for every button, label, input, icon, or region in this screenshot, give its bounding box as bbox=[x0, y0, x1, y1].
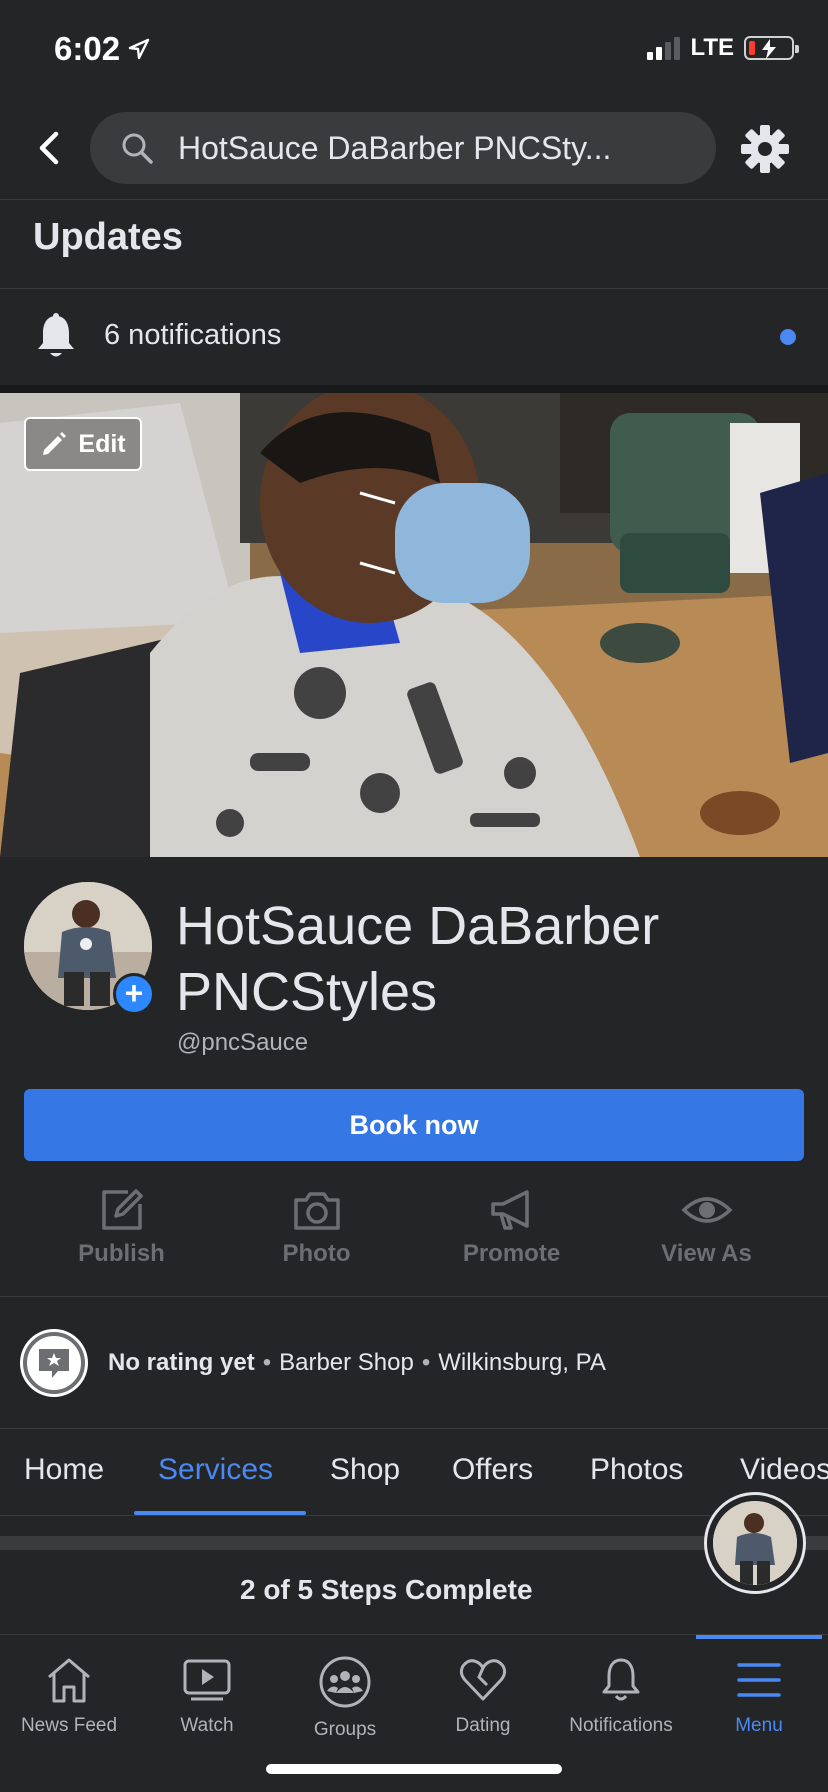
rating-text: No rating yet bbox=[108, 1349, 255, 1376]
location-text: Wilkinsburg, PA bbox=[438, 1349, 606, 1376]
active-tab-indicator bbox=[696, 1635, 822, 1639]
nav-label: Watch bbox=[180, 1715, 234, 1736]
unread-dot bbox=[780, 329, 796, 345]
nav-label: Notifications bbox=[569, 1715, 673, 1736]
bell-icon bbox=[602, 1658, 640, 1701]
notifications-row[interactable]: 6 notifications bbox=[0, 289, 828, 385]
compose-icon bbox=[101, 1189, 143, 1230]
active-tab-indicator bbox=[134, 1511, 306, 1515]
status-bar: 6:02 LTE bbox=[0, 0, 828, 100]
rating-icon bbox=[20, 1329, 88, 1397]
back-button[interactable] bbox=[30, 128, 70, 168]
tab-home[interactable]: Home bbox=[24, 1453, 104, 1487]
edit-label: Edit bbox=[78, 429, 126, 458]
cover-photo[interactable]: Edit bbox=[0, 393, 828, 857]
nav-watch[interactable]: Watch bbox=[138, 1655, 276, 1737]
notifications-count: 6 notifications bbox=[104, 319, 282, 351]
photo-button[interactable]: Photo bbox=[219, 1186, 414, 1286]
nav-notifications[interactable]: Notifications bbox=[552, 1655, 690, 1737]
battery-icon bbox=[744, 36, 799, 60]
search-header: HotSauce DaBarber PNCSty... bbox=[0, 100, 828, 200]
section-separator bbox=[0, 385, 828, 393]
tab-photos[interactable]: Photos bbox=[590, 1453, 683, 1487]
floating-profile-button[interactable] bbox=[704, 1492, 806, 1594]
nav-dating[interactable]: Dating bbox=[414, 1655, 552, 1737]
menu-icon bbox=[737, 1663, 781, 1697]
edit-cover-button[interactable]: Edit bbox=[24, 417, 142, 471]
page-name: HotSauce DaBarber PNCStyles bbox=[176, 896, 660, 1022]
location-arrow-icon bbox=[128, 38, 150, 60]
nav-news-feed[interactable]: News Feed bbox=[0, 1655, 138, 1737]
camera-icon bbox=[293, 1192, 340, 1230]
play-icon bbox=[183, 1659, 231, 1701]
gear-icon bbox=[741, 125, 789, 173]
nav-label: Dating bbox=[455, 1715, 511, 1736]
eye-icon bbox=[680, 1197, 733, 1223]
view-as-button[interactable]: View As bbox=[609, 1186, 804, 1286]
page-handle: @pncSauce bbox=[177, 1029, 309, 1056]
view-as-label: View As bbox=[661, 1240, 752, 1267]
chevron-left-icon bbox=[39, 131, 59, 165]
groups-icon bbox=[319, 1656, 371, 1708]
signal-icon bbox=[647, 36, 681, 60]
status-time: 6:02 bbox=[54, 30, 150, 68]
network-label: LTE bbox=[690, 34, 734, 61]
book-now-button[interactable]: Book now bbox=[24, 1089, 804, 1161]
nav-label: News Feed bbox=[20, 1715, 118, 1736]
publish-label: Publish bbox=[78, 1240, 165, 1267]
avatar bbox=[713, 1501, 797, 1585]
search-input[interactable]: HotSauce DaBarber PNCSty... bbox=[90, 112, 716, 184]
updates-heading: Updates bbox=[33, 216, 183, 258]
nav-label: Groups bbox=[313, 1719, 377, 1740]
time-text: 6:02 bbox=[54, 30, 121, 67]
publish-button[interactable]: Publish bbox=[24, 1186, 219, 1286]
search-icon bbox=[122, 133, 153, 164]
steps-progress-text[interactable]: 2 of 5 Steps Complete bbox=[240, 1574, 533, 1606]
pencil-icon bbox=[43, 432, 67, 455]
megaphone-icon bbox=[490, 1190, 529, 1230]
promote-button[interactable]: Promote bbox=[414, 1186, 609, 1286]
tab-shop[interactable]: Shop bbox=[330, 1453, 400, 1487]
status-indicators: LTE bbox=[647, 34, 799, 62]
category-text: Barber Shop bbox=[279, 1349, 414, 1376]
heart-icon bbox=[459, 1659, 507, 1701]
action-row: Publish Photo Promote View As bbox=[0, 1186, 828, 1286]
tab-offers[interactable]: Offers bbox=[452, 1453, 533, 1487]
promote-label: Promote bbox=[462, 1240, 561, 1267]
tab-videos[interactable]: Videos bbox=[740, 1453, 828, 1487]
bell-icon bbox=[38, 313, 74, 357]
search-query: HotSauce DaBarber PNCSty... bbox=[178, 129, 612, 166]
home-indicator[interactable] bbox=[266, 1764, 562, 1774]
home-icon bbox=[48, 1658, 90, 1703]
nav-menu[interactable]: Menu bbox=[690, 1655, 828, 1737]
page-info-text: No rating yet • Barber Shop • Wilkinsburg, P… bbox=[108, 1349, 606, 1376]
tab-services[interactable]: Services bbox=[158, 1453, 273, 1487]
page-tabs: Home Services Shop Offers Photos Videos bbox=[0, 1428, 828, 1516]
page-info-row[interactable]: No rating yet • Barber Shop • Wilkinsburg, P… bbox=[0, 1297, 828, 1427]
add-profile-photo-button[interactable]: + bbox=[113, 973, 155, 1015]
settings-button[interactable] bbox=[740, 124, 790, 174]
nav-groups[interactable]: Groups bbox=[276, 1655, 414, 1741]
nav-label: Menu bbox=[735, 1715, 783, 1736]
photo-label: Photo bbox=[282, 1240, 351, 1267]
